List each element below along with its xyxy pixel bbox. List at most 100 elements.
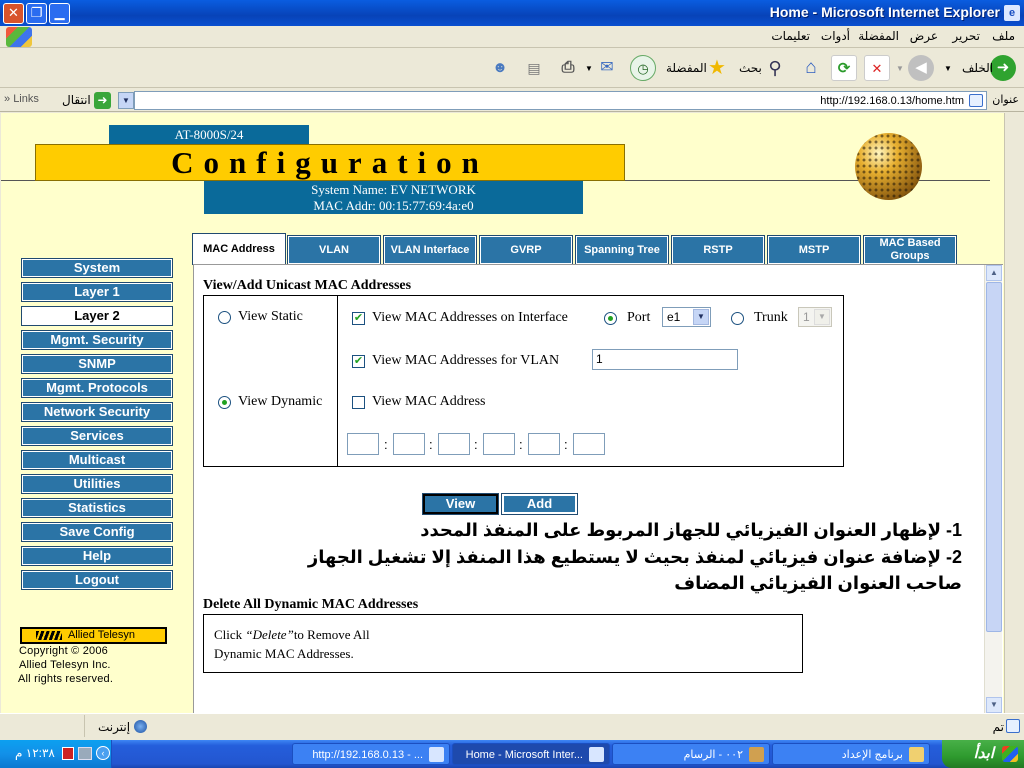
tab-vlan[interactable]: VLAN <box>287 235 381 265</box>
nav-layer-2[interactable]: Layer 2 <box>21 306 173 326</box>
mac-octet-5-input[interactable] <box>528 433 560 455</box>
minimize-window-button[interactable]: ▁ <box>49 3 70 24</box>
tab-vlan-interface[interactable]: VLAN Interface <box>383 235 477 265</box>
address-input[interactable]: http://192.168.0.13/home.htm <box>134 91 987 110</box>
tab-gvrp[interactable]: GVRP <box>479 235 573 265</box>
nav-system[interactable]: System <box>21 258 173 278</box>
messenger-icon[interactable]: ☻ <box>487 55 513 81</box>
trunk-radio[interactable] <box>731 312 744 325</box>
tab-spanning-tree[interactable]: Spanning Tree <box>575 235 669 265</box>
page-status-icon <box>1006 719 1020 733</box>
port-radio[interactable] <box>604 312 617 325</box>
forward-arrow-icon[interactable]: ◀ <box>908 55 934 81</box>
delete-text-line-1: Click “Delete”to Remove All <box>214 627 370 642</box>
view-button[interactable]: View <box>422 493 499 515</box>
favorites-star-icon[interactable]: ★ <box>704 55 730 81</box>
trunk-chevron-down-icon[interactable]: ▼ <box>814 309 830 325</box>
view-static-radio[interactable] <box>218 311 231 324</box>
maximize-window-button[interactable]: ❐ <box>26 3 47 24</box>
tab-mac-address[interactable]: MAC Address <box>192 233 286 265</box>
add-button[interactable]: Add <box>501 493 578 515</box>
delete-link[interactable]: “Delete” <box>245 627 293 642</box>
clock[interactable]: ١٢:٣٨ م <box>15 746 55 760</box>
menu-tools[interactable]: أدوات <box>821 29 850 43</box>
on-interface-checkbox[interactable]: ✔ <box>352 312 365 325</box>
mail-icon[interactable]: ✉ <box>594 55 620 81</box>
tab-mstp[interactable]: MSTP <box>767 235 861 265</box>
nav-save-config[interactable]: Save Config <box>21 522 173 542</box>
nav-layer-1[interactable]: Layer 1 <box>21 282 173 302</box>
tab-rstp[interactable]: RSTP <box>671 235 765 265</box>
port-select[interactable]: e1 ▼ <box>662 307 711 327</box>
mac-octet-1-input[interactable] <box>347 433 379 455</box>
mac-octet-2-input[interactable] <box>393 433 425 455</box>
allied-telesyn-logo-icon <box>36 631 62 640</box>
menu-help[interactable]: تعليمات <box>771 29 810 43</box>
menu-favorites[interactable]: المفضلة <box>858 29 899 43</box>
view-dynamic-radio[interactable] <box>218 396 231 409</box>
globe-logo-icon <box>855 133 922 200</box>
paint-icon <box>749 747 764 762</box>
start-button[interactable]: ابدأ <box>942 740 1024 768</box>
go-button-label[interactable]: انتقال <box>62 93 91 107</box>
scroll-down-icon[interactable]: ▼ <box>986 697 1002 713</box>
nav-network-security[interactable]: Network Security <box>21 402 173 422</box>
nav-statistics[interactable]: Statistics <box>21 498 173 518</box>
task-ie-home[interactable]: Home - Microsoft Inter... <box>452 743 610 765</box>
go-arrow-icon[interactable]: ➜ <box>94 92 111 109</box>
history-icon[interactable]: ◷ <box>630 55 656 81</box>
refresh-icon[interactable]: ⟳ <box>831 55 857 81</box>
back-dropdown-icon[interactable]: ▼ <box>944 64 952 73</box>
mac-separator: : <box>564 437 568 452</box>
vlan-input[interactable]: 1 <box>592 349 738 370</box>
folder-icon <box>909 747 924 762</box>
search-button[interactable]: بحث <box>739 61 762 75</box>
nav-multicast[interactable]: Multicast <box>21 450 173 470</box>
mail-dropdown-icon[interactable]: ▼ <box>585 64 593 73</box>
window-title-bar[interactable]: ✕ ❐ ▁ Home - Microsoft Internet Explorer… <box>0 0 1024 26</box>
menu-edit[interactable]: تحرير <box>952 29 980 43</box>
links-toolbar[interactable]: » Links <box>4 93 39 105</box>
view-dynamic-label: View Dynamic <box>238 394 323 409</box>
edit-icon[interactable]: ▤ <box>521 55 547 81</box>
mac-octet-4-input[interactable] <box>483 433 515 455</box>
home-icon[interactable]: ⌂ <box>798 55 824 81</box>
search-icon[interactable]: ⚲ <box>762 55 788 81</box>
menu-view[interactable]: عرض <box>910 29 938 43</box>
task-setup-program[interactable]: برنامج الإعداد <box>772 743 930 765</box>
scroll-up-icon[interactable]: ▲ <box>986 265 1002 281</box>
trunk-select[interactable]: 1 ▼ <box>798 307 832 327</box>
mac-octet-6-input[interactable] <box>573 433 605 455</box>
address-dropdown-icon[interactable]: ▼ <box>118 92 134 109</box>
close-window-button[interactable]: ✕ <box>3 3 24 24</box>
back-button[interactable]: الخلف <box>962 61 993 75</box>
nav-utilities[interactable]: Utilities <box>21 474 173 494</box>
stop-icon[interactable]: ✕ <box>864 55 890 81</box>
menu-bar: ملف تحرير عرض المفضلة أدوات تعليمات <box>0 26 1024 48</box>
favorites-button[interactable]: المفضلة <box>666 61 707 75</box>
nav-mgmt-protocols[interactable]: Mgmt. Protocols <box>21 378 173 398</box>
nav-help[interactable]: Help <box>21 546 173 566</box>
for-vlan-checkbox[interactable]: ✔ <box>352 355 365 368</box>
security-tray-icon[interactable] <box>62 747 74 760</box>
expand-tray-icon[interactable]: ‹ <box>96 746 110 760</box>
tab-mac-based-groups[interactable]: MAC Based Groups <box>863 235 957 265</box>
vertical-scrollbar[interactable]: ▲ ▼ <box>984 265 1002 713</box>
forward-dropdown-icon[interactable]: ▼ <box>896 64 904 73</box>
mac-address-checkbox[interactable] <box>352 396 365 409</box>
nav-services[interactable]: Services <box>21 426 173 446</box>
scroll-thumb[interactable] <box>986 282 1002 632</box>
menu-file[interactable]: ملف <box>992 29 1015 43</box>
nav-mgmt-security[interactable]: Mgmt. Security <box>21 330 173 350</box>
mac-octet-3-input[interactable] <box>438 433 470 455</box>
back-arrow-icon[interactable]: ➜ <box>990 55 1016 81</box>
task-ie-url[interactable]: http://192.168.0.13 - ... <box>292 743 450 765</box>
address-label: عنوان <box>992 94 1019 106</box>
annotation-line-3: صاحب العنوان الفيزيائي المضاف <box>674 573 962 593</box>
task-paint[interactable]: ٠٠٢ - الرسام <box>612 743 770 765</box>
nav-logout[interactable]: Logout <box>21 570 173 590</box>
print-icon[interactable]: ⎙ <box>555 55 581 81</box>
port-chevron-down-icon[interactable]: ▼ <box>693 309 709 325</box>
nav-snmp[interactable]: SNMP <box>21 354 173 374</box>
network-tray-icon[interactable] <box>78 747 92 760</box>
